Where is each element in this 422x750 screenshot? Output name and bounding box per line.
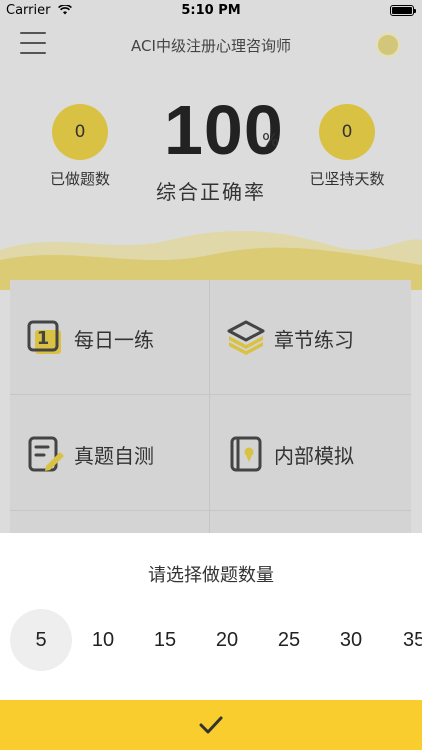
done-count-badge: 0 [52, 104, 108, 160]
count-option-15[interactable]: 15 [134, 609, 196, 671]
done-count: 0 [74, 122, 86, 142]
battery-icon [390, 5, 416, 16]
grid-divider-vertical [209, 280, 210, 540]
count-option-10[interactable]: 10 [72, 609, 134, 671]
past-exam-label: 真题自测 [74, 443, 154, 468]
mock-exam-item[interactable]: 内部模拟 [210, 410, 411, 498]
count-option-20[interactable]: 20 [196, 609, 258, 671]
checkmark-icon [199, 716, 223, 734]
streak-label: 已坚持天数 [309, 170, 385, 188]
past-exam-item[interactable]: 真题自测 [10, 410, 209, 498]
status-time: 5:10 PM [181, 3, 241, 18]
daily-practice-label: 每日一练 [74, 327, 154, 352]
nav-header: ACI中级注册心理咨询师 [0, 22, 422, 68]
mock-exam-label: 内部模拟 [274, 443, 354, 468]
accuracy-unit: % [262, 130, 280, 151]
calendar-one-icon: 1 [26, 318, 66, 358]
count-option-30[interactable]: 30 [320, 609, 382, 671]
svg-text:1: 1 [37, 328, 50, 349]
status-bar: Carrier 5:10 PM [0, 0, 422, 22]
count-option-5[interactable]: 5 [10, 609, 72, 671]
streak-count: 0 [341, 122, 353, 142]
count-option-35-label: 35 [403, 628, 422, 651]
count-option-35[interactable]: 35 [382, 609, 422, 671]
page-title: ACI中级注册心理咨询师 [131, 37, 291, 55]
wave-decoration [0, 230, 422, 290]
confirm-button[interactable] [0, 700, 422, 750]
chapter-practice-label: 章节练习 [274, 327, 354, 352]
count-option-25[interactable]: 25 [258, 609, 320, 671]
chapter-practice-item[interactable]: 章节练习 [210, 294, 411, 382]
notebook-pin-icon [226, 434, 266, 474]
layers-icon [226, 318, 266, 358]
daily-practice-item[interactable]: 1 每日一练 [10, 294, 209, 382]
menu-grid: 1 每日一练 章节练习 真题自测 内部模拟 [10, 280, 411, 540]
document-pen-icon [26, 434, 66, 474]
streak-count-badge: 0 [319, 104, 375, 160]
grid-divider [10, 394, 411, 395]
question-count-sheet: 请选择做题数量 5 10 15 20 25 30 35 [0, 533, 422, 700]
sheet-title: 请选择做题数量 [148, 565, 274, 586]
grid-divider [10, 510, 411, 511]
avatar[interactable] [376, 33, 400, 57]
